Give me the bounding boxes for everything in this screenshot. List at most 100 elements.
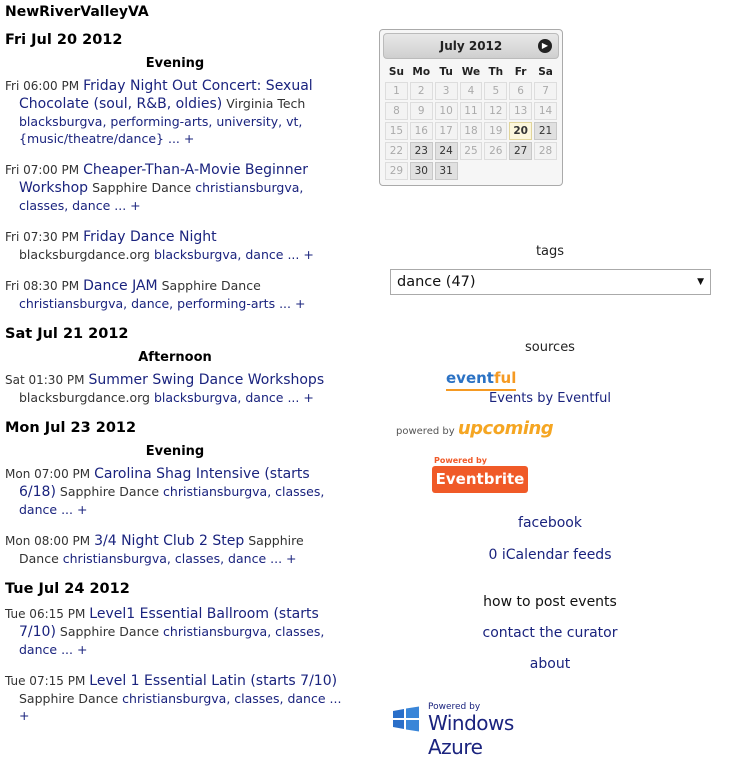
weekday-header: Mo — [412, 66, 431, 78]
how-to-post-link[interactable]: how to post events — [390, 594, 710, 610]
eventful-logo[interactable]: eventful — [446, 369, 516, 391]
calendar-day[interactable]: 20 — [509, 122, 533, 140]
about-link[interactable]: about — [390, 656, 710, 672]
calendar-day: 4 — [459, 82, 483, 100]
calendar-grid: Su Mo Tu We Th Fr Sa 1 2 3 4 5 6 7 8 9 10 11 12 13 14 15 16 17… — [383, 62, 559, 182]
event-more-link[interactable]: ... + — [61, 502, 87, 517]
event-tags[interactable]: blacksburgva, performing-arts, universit… — [19, 114, 302, 146]
calendar-day: 15 — [385, 122, 408, 140]
event-more-link[interactable]: ... + — [61, 642, 87, 657]
eventbrite-small-text: Powered by — [434, 456, 487, 465]
time-period-label: Evening — [145, 56, 205, 71]
event-tags[interactable]: christiansburgva, classes, dance — [122, 691, 325, 706]
event-more-link[interactable]: ... + — [279, 296, 305, 311]
day-header: Sat Jul 21 2012 — [5, 326, 129, 342]
calendar-day[interactable]: 31 — [434, 162, 458, 180]
days-container: Fri Jul 20 2012 Evening Fri 06:00 PM Frida… — [5, 32, 345, 724]
event-time: Sat 01:30 PM — [5, 373, 85, 387]
event-title-link[interactable]: Level 1 Essential Latin (starts 7/10) — [89, 673, 337, 689]
event-time: Tue 07:15 PM — [5, 674, 86, 688]
event-more-link[interactable]: ... + — [287, 247, 313, 262]
event-tags[interactable]: christiansburgva, dance, performing-arts — [19, 296, 275, 311]
event-more-link[interactable]: ... + — [287, 390, 313, 405]
event-item: Mon 08:00 PM 3/4 Night Club 2 Step Sapph… — [5, 532, 345, 567]
day-header: Mon Jul 23 2012 — [5, 420, 137, 436]
next-arrow-icon[interactable]: ▶ — [538, 39, 552, 53]
calendar-day: 18 — [459, 122, 483, 140]
upcoming-logo[interactable]: powered by upcoming — [396, 418, 560, 440]
contact-curator-link[interactable]: contact the curator — [390, 625, 710, 641]
event-title-link[interactable]: Friday Dance Night — [83, 229, 217, 245]
event-tags[interactable]: blacksburgva, dance — [154, 247, 284, 262]
windows-flag-icon — [393, 706, 419, 732]
calendar-day: 29 — [385, 162, 408, 180]
event-more-link[interactable]: ... + — [270, 551, 296, 566]
site-title[interactable]: NewRiverValleyVA — [5, 4, 345, 20]
calendar-day: 25 — [459, 142, 483, 160]
calendar-day: 2 — [409, 82, 433, 100]
event-title-link[interactable]: Summer Swing Dance Workshops — [88, 372, 324, 388]
calendar-day: 13 — [509, 102, 533, 120]
weekday-header: Sa — [538, 66, 553, 78]
calendar-day: 17 — [434, 122, 458, 140]
calendar-day: 7 — [534, 82, 557, 100]
day-header: Fri Jul 20 2012 — [5, 32, 123, 48]
calendar-day: 9 — [409, 102, 433, 120]
azure-big-text: Windows Azure — [428, 711, 514, 759]
tags-label: tags — [535, 244, 565, 259]
event-list: NewRiverValleyVA Fri Jul 20 2012 Evening F… — [5, 4, 345, 738]
event-venue: Virginia Tech — [226, 96, 306, 111]
calendar-header: July 2012 ▶ — [383, 33, 559, 59]
event-item: Tue 06:15 PM Level1 Essential Ballroom (… — [5, 605, 345, 658]
calendar-day[interactable]: 30 — [409, 162, 433, 180]
eventful-logo-part-a: event — [446, 369, 494, 387]
event-venue: blacksburgdance.org — [19, 247, 150, 262]
weekday-header: We — [461, 66, 481, 78]
calendar-day[interactable]: 23 — [409, 142, 433, 160]
calendar-day[interactable]: 27 — [509, 142, 533, 160]
event-venue: Sapphire Dance — [161, 278, 261, 293]
event-time: Fri 08:30 PM — [5, 279, 80, 293]
calendar-day: 6 — [509, 82, 533, 100]
event-venue: Sapphire Dance — [59, 484, 160, 499]
event-time: Fri 06:00 PM — [5, 79, 80, 93]
upcoming-small-text: powered by — [396, 426, 455, 437]
eventbrite-logo[interactable]: Powered by Eventbrite — [432, 456, 528, 497]
ical-feeds-link[interactable]: 0 iCalendar feeds — [390, 547, 710, 563]
calendar-day[interactable]: 24 — [434, 142, 458, 160]
calendar-widget: July 2012 ▶ Su Mo Tu We Th Fr Sa 1 2 3 4 5 6 7 8 9 10 11… — [379, 29, 563, 186]
event-title-link[interactable]: 3/4 Night Club 2 Step — [94, 533, 244, 549]
calendar-day: 26 — [484, 142, 508, 160]
weekday-header: Th — [488, 66, 504, 78]
calendar-day: 8 — [385, 102, 408, 120]
event-time: Fri 07:00 PM — [5, 163, 80, 177]
event-item: Fri 08:30 PM Dance JAM Sapphire Dance ch… — [5, 277, 345, 312]
event-venue: Sapphire Dance — [92, 180, 192, 195]
event-more-link[interactable]: ... + — [114, 198, 140, 213]
calendar-month-label: July 2012 — [439, 39, 503, 53]
windows-azure-logo[interactable]: Powered by Windows Azure — [392, 702, 572, 759]
tags-select[interactable]: dance (47) ▼ — [390, 269, 711, 295]
event-time: Mon 07:00 PM — [5, 467, 91, 481]
calendar-day[interactable]: 21 — [534, 122, 557, 140]
calendar-day: 22 — [385, 142, 408, 160]
eventful-logo-part-b: ful — [493, 369, 517, 387]
event-tags[interactable]: blacksburgva, dance — [154, 390, 284, 405]
calendar-day: 12 — [484, 102, 508, 120]
upcoming-big-text: upcoming — [457, 418, 554, 439]
eventful-link[interactable]: Events by Eventful — [390, 391, 710, 406]
event-more-link[interactable]: ... + — [168, 131, 194, 146]
event-venue: Sapphire Dance — [59, 624, 160, 639]
weekday-header: Fr — [514, 66, 527, 78]
event-tags[interactable]: christiansburgva, classes, dance — [63, 551, 266, 566]
event-item: Mon 07:00 PM Carolina Shag Intensive (st… — [5, 465, 345, 518]
event-item: Tue 07:15 PM Level 1 Essential Latin (st… — [5, 672, 345, 724]
event-time: Tue 06:15 PM — [5, 607, 86, 621]
weekday-header: Tu — [439, 66, 453, 78]
eventbrite-big-text: Eventbrite — [432, 466, 528, 493]
event-time: Mon 08:00 PM — [5, 534, 91, 548]
event-time: Fri 07:30 PM — [5, 230, 80, 244]
time-period-label: Afternoon — [138, 350, 212, 365]
facebook-link[interactable]: facebook — [390, 515, 710, 531]
event-title-link[interactable]: Dance JAM — [83, 278, 158, 294]
